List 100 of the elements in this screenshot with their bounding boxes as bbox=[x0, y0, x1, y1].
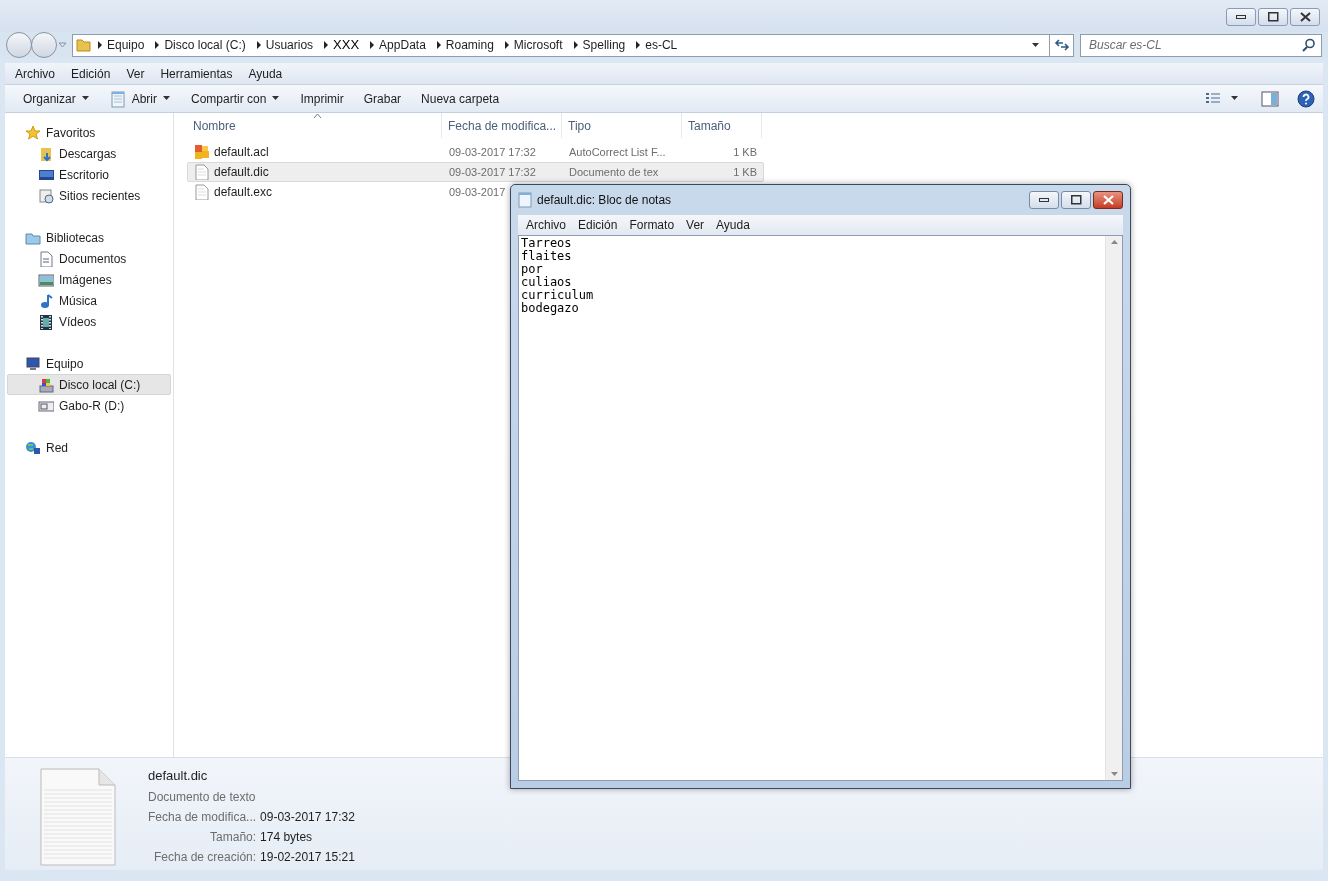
address-bar[interactable]: Equipo Disco local (C:) Usuarios XXX AppData Roaming Microsoft Spelling es-CL bbox=[72, 33, 1074, 57]
file-name: default.dic bbox=[148, 767, 209, 785]
text-line: flaites bbox=[521, 250, 573, 263]
menu-item[interactable]: Edición bbox=[572, 216, 624, 234]
group-icon bbox=[25, 355, 41, 372]
breadcrumb-item[interactable]: Disco local (C:) bbox=[164, 36, 246, 54]
table-cell-text: 1 KB bbox=[733, 144, 757, 160]
file-name: default.exc bbox=[214, 184, 273, 201]
breadcrumb-item[interactable]: Microsoft bbox=[513, 36, 563, 54]
property-value: 174 bytes bbox=[260, 828, 314, 846]
dropdown-icon bbox=[58, 41, 68, 49]
item-icon bbox=[38, 292, 54, 309]
file-type: Documento de texto bbox=[148, 788, 257, 806]
text-line: por bbox=[521, 263, 543, 276]
maximize-icon bbox=[1070, 195, 1082, 205]
close-icon bbox=[1299, 12, 1311, 22]
menu-item[interactable]: Ver bbox=[120, 64, 151, 83]
property-label: Fecha de modifica... bbox=[148, 808, 257, 826]
file-name: default.dic bbox=[214, 164, 269, 181]
file-row[interactable]: default.dic 09-03-2017 17:32 Documento de tex 1 KB bbox=[187, 162, 764, 182]
menu-item[interactable]: Formato bbox=[623, 216, 681, 234]
property-value: 09-03-2017 17:32 bbox=[260, 808, 355, 826]
item-icon bbox=[38, 376, 54, 393]
toolbar-button[interactable]: Organizar bbox=[13, 85, 100, 112]
maximize-button[interactable] bbox=[1258, 8, 1288, 26]
close-button[interactable] bbox=[1093, 191, 1123, 209]
scrollbar[interactable] bbox=[1105, 236, 1122, 780]
maximize-button[interactable] bbox=[1061, 191, 1091, 209]
property-label: Tamaño: bbox=[209, 828, 257, 846]
forward-button[interactable] bbox=[31, 32, 57, 58]
close-button[interactable] bbox=[1290, 8, 1320, 26]
breadcrumb-item[interactable]: XXX bbox=[333, 35, 360, 55]
file-icon bbox=[194, 144, 210, 160]
sidebar-group[interactable]: Bibliotecas bbox=[5, 227, 173, 248]
sidebar-group[interactable]: Red bbox=[5, 437, 173, 458]
sidebar-item[interactable]: Vídeos bbox=[7, 311, 171, 332]
minimize-button[interactable] bbox=[1029, 191, 1059, 209]
column-header[interactable]: Tamaño bbox=[682, 113, 762, 138]
table-cell-text: AutoCorrect List F... bbox=[569, 144, 666, 160]
toolbar-button[interactable]: Abrir bbox=[99, 85, 182, 112]
chevron-icon bbox=[95, 41, 105, 49]
text-line: culiaos bbox=[521, 276, 573, 289]
toolbar-button[interactable]: Grabar bbox=[353, 85, 412, 112]
breadcrumb-item[interactable]: Roaming bbox=[445, 36, 494, 54]
column-header[interactable]: Fecha de modifica... bbox=[442, 113, 562, 138]
close-icon bbox=[1102, 195, 1114, 205]
sidebar-item[interactable]: Disco local (C:) bbox=[7, 374, 171, 395]
back-button[interactable] bbox=[6, 32, 32, 58]
toolbar-button[interactable]: Nueva carpeta bbox=[411, 85, 510, 112]
breadcrumb-item[interactable]: es-CL bbox=[645, 36, 678, 54]
scroll-down-icon bbox=[1110, 772, 1118, 776]
menu-item[interactable]: Ayuda bbox=[242, 64, 289, 83]
menu-item[interactable]: Ver bbox=[680, 216, 711, 234]
menu-item[interactable]: Herramientas bbox=[154, 64, 239, 83]
item-icon bbox=[38, 145, 54, 162]
search-icon bbox=[1302, 37, 1316, 52]
preview-pane-icon bbox=[1261, 90, 1279, 107]
sidebar-item[interactable]: Sitios recientes bbox=[7, 185, 171, 206]
text-area[interactable]: Tarreos flaites por culiaos curriculum bodegazo bbox=[518, 235, 1123, 781]
menu-item[interactable]: Edición bbox=[65, 64, 117, 83]
text-line: Tarreos bbox=[521, 237, 573, 250]
file-row[interactable]: default.exc 09-03-2017 bbox=[187, 182, 507, 202]
sidebar-group[interactable]: Equipo bbox=[5, 353, 173, 374]
maximize-icon bbox=[1267, 12, 1279, 22]
notepad-icon bbox=[518, 192, 532, 208]
group-icon bbox=[25, 439, 41, 456]
sidebar-item[interactable]: Descargas bbox=[7, 143, 171, 164]
sidebar-item[interactable]: Gabo-R (D:) bbox=[7, 395, 171, 416]
sidebar-item[interactable]: Imágenes bbox=[7, 269, 171, 290]
text-line: curriculum bbox=[521, 289, 595, 302]
item-icon bbox=[38, 187, 54, 204]
table-cell-text: 1 KB bbox=[733, 164, 757, 180]
window-title: default.dic: Bloc de notas bbox=[537, 192, 672, 209]
breadcrumb-item[interactable]: AppData bbox=[379, 36, 426, 54]
item-icon bbox=[38, 250, 54, 267]
file-name: default.acl bbox=[214, 144, 269, 161]
toolbar-button[interactable]: Imprimir bbox=[290, 85, 354, 112]
property-label: Fecha de creación: bbox=[153, 848, 257, 866]
column-header[interactable]: Tipo bbox=[562, 113, 682, 138]
table-cell-text: 09-03-2017 bbox=[449, 184, 506, 200]
breadcrumb-item[interactable]: Equipo bbox=[107, 36, 145, 54]
sidebar-item[interactable]: Documentos bbox=[7, 248, 171, 269]
menu-item[interactable]: Archivo bbox=[9, 64, 61, 83]
column-header[interactable]: Nombre bbox=[187, 113, 442, 138]
scroll-up-icon bbox=[1110, 240, 1118, 244]
notepad-icon bbox=[109, 89, 126, 108]
sidebar-item[interactable]: Escritorio bbox=[7, 164, 171, 185]
breadcrumb-item[interactable]: Spelling bbox=[582, 36, 626, 54]
search-field[interactable]: Buscar es-CL bbox=[1080, 33, 1322, 57]
document-icon bbox=[40, 768, 116, 866]
sidebar-item[interactable]: Música bbox=[7, 290, 171, 311]
file-row[interactable]: default.acl 09-03-2017 17:32 AutoCorrect List F... 1 KB bbox=[187, 142, 764, 162]
toolbar-button[interactable]: Compartir con bbox=[181, 85, 291, 112]
menu-item[interactable]: Archivo bbox=[520, 216, 572, 234]
minimize-button[interactable] bbox=[1226, 8, 1256, 26]
text-line: bodegazo bbox=[521, 302, 580, 315]
sidebar-group[interactable]: Favoritos bbox=[5, 122, 173, 143]
menu-item[interactable]: Ayuda bbox=[710, 216, 756, 234]
minimize-icon bbox=[1039, 198, 1049, 202]
breadcrumb-item[interactable]: Usuarios bbox=[265, 36, 314, 54]
